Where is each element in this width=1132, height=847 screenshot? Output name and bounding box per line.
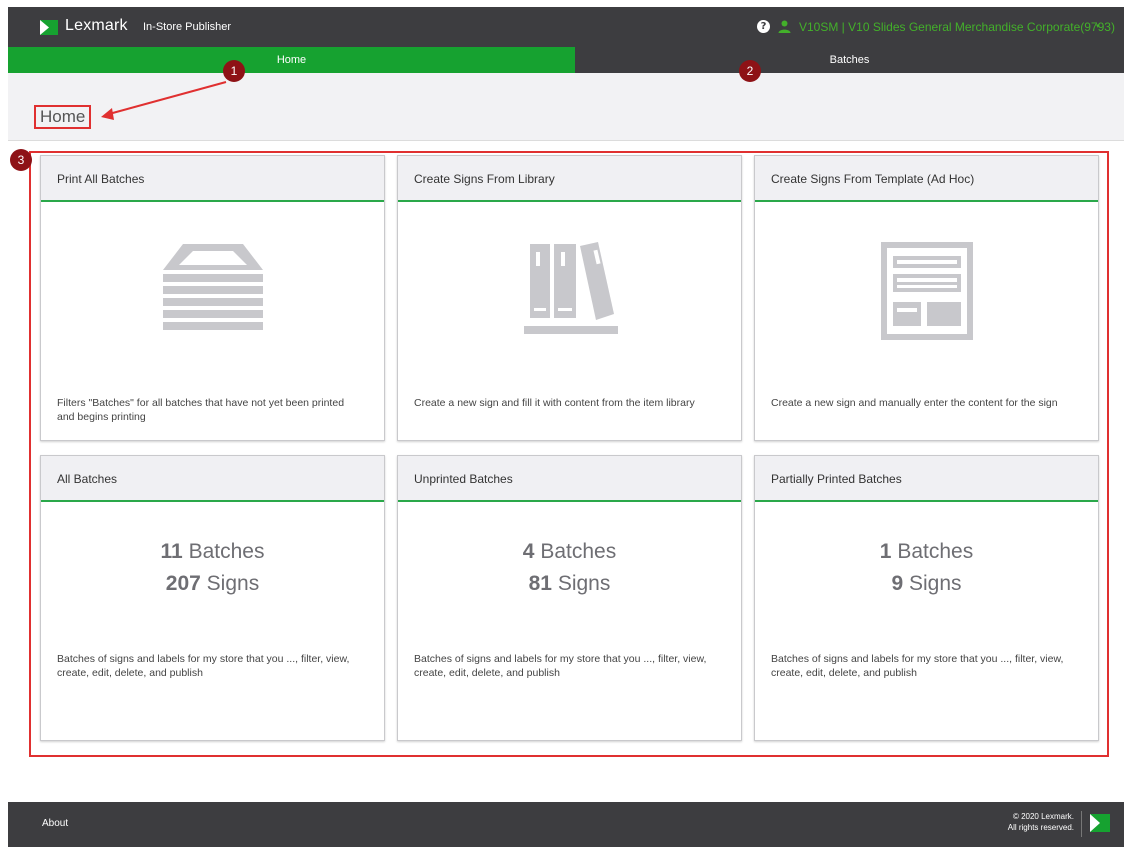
- card-create-signs-from-template[interactable]: Create Signs From Template (Ad Hoc) Crea…: [754, 155, 1099, 441]
- annotation-badge-3: 3: [10, 149, 32, 171]
- help-icon[interactable]: ?: [757, 20, 770, 33]
- tray-stack-icon: [163, 244, 263, 330]
- copyright: © 2020 Lexmark. All rights reserved.: [1008, 811, 1074, 833]
- batch-count: 1: [879, 540, 892, 563]
- sign-count: 9: [891, 572, 904, 595]
- lexmark-logo-icon[interactable]: [40, 20, 58, 35]
- card-description: Filters "Batches" for all batches that h…: [57, 397, 345, 423]
- batch-stats: 11 Batches 207 Signs: [41, 536, 384, 600]
- batch-stats: 1 Batches 9 Signs: [755, 536, 1098, 600]
- copyright-line-2: All rights reserved.: [1007, 823, 1074, 832]
- sign-word: Signs: [557, 572, 611, 595]
- card-unprinted-batches[interactable]: Unprinted Batches 4 Batches 81 Signs Bat…: [397, 455, 742, 741]
- batch-stats: 4 Batches 81 Signs: [398, 536, 741, 600]
- user-icon: [778, 20, 791, 33]
- sign-word: Signs: [206, 572, 260, 595]
- page-title: Home: [34, 105, 92, 129]
- batch-word: Batches: [897, 540, 974, 563]
- card-title: Print All Batches: [41, 156, 384, 202]
- card-description: Batches of signs and labels for my store…: [414, 653, 707, 679]
- card-create-signs-from-library[interactable]: Create Signs From Library Create a new s…: [397, 155, 742, 441]
- card-title: Create Signs From Library: [398, 156, 741, 202]
- main-nav: Home Batches: [8, 47, 1124, 73]
- app-name: In-Store Publisher: [143, 21, 232, 33]
- sign-count: 207: [165, 572, 201, 595]
- card-description: Create a new sign and fill it with conte…: [414, 397, 695, 409]
- batch-word: Batches: [540, 540, 617, 563]
- card-partially-printed-batches[interactable]: Partially Printed Batches 1 Batches 9 Si…: [754, 455, 1099, 741]
- card-description: Batches of signs and labels for my store…: [57, 653, 350, 679]
- batch-count: 4: [522, 540, 535, 563]
- card-title: All Batches: [41, 456, 384, 502]
- card-title: Partially Printed Batches: [755, 456, 1098, 502]
- about-link[interactable]: About: [42, 818, 68, 829]
- page-header: [8, 73, 1124, 141]
- batch-count: 11: [160, 540, 183, 563]
- sign-count: 81: [528, 572, 552, 595]
- batch-word: Batches: [188, 540, 265, 563]
- tab-batches[interactable]: Batches: [575, 47, 1124, 73]
- annotation-badge-1: 1: [223, 60, 245, 82]
- footer-divider: [1081, 811, 1082, 837]
- annotation-badge-2: 2: [739, 60, 761, 82]
- footer: About © 2020 Lexmark. All rights reserve…: [8, 802, 1124, 847]
- user-menu[interactable]: V10SM | V10 Slides General Merchandise C…: [799, 20, 1115, 34]
- card-title: Unprinted Batches: [398, 456, 741, 502]
- card-all-batches[interactable]: All Batches 11 Batches 207 Signs Batches…: [40, 455, 385, 741]
- template-layout-icon: [881, 242, 973, 340]
- app-frame: Lexmark In-Store Publisher ? V10SM | V10…: [8, 7, 1124, 847]
- card-description: Create a new sign and manually enter the…: [771, 397, 1058, 409]
- card-description: Batches of signs and labels for my store…: [771, 653, 1064, 679]
- sign-word: Signs: [909, 572, 962, 595]
- card-print-all-batches[interactable]: Print All Batches Filters "Batches" for …: [40, 155, 385, 441]
- lexmark-logo-icon: [1090, 814, 1110, 832]
- library-books-icon: [524, 242, 618, 334]
- copyright-line-1: © 2020 Lexmark.: [1012, 812, 1074, 821]
- chevron-down-icon[interactable]: ▾: [1096, 22, 1100, 30]
- brand-name[interactable]: Lexmark: [65, 17, 128, 35]
- card-title: Create Signs From Template (Ad Hoc): [755, 156, 1098, 202]
- tab-home[interactable]: Home: [8, 47, 575, 73]
- top-header: Lexmark In-Store Publisher ? V10SM | V10…: [8, 7, 1124, 47]
